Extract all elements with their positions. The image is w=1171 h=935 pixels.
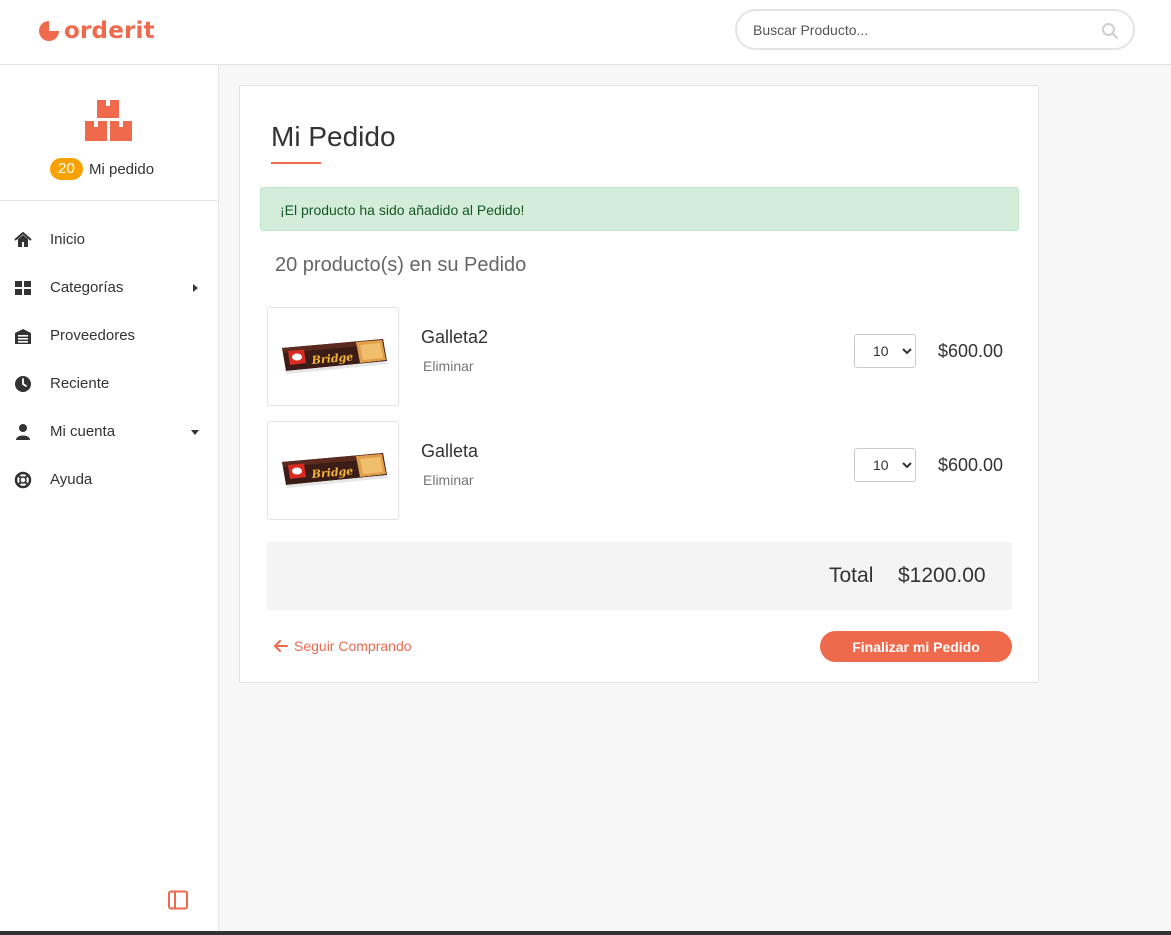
product-image[interactable]: Bridge — [267, 421, 399, 520]
caret-down-icon — [191, 430, 199, 435]
grid-icon — [15, 281, 31, 295]
brand-logo[interactable]: orderit — [38, 17, 155, 45]
lifebuoy-icon — [14, 471, 32, 489]
sidebar-item-inicio[interactable]: Inicio — [0, 216, 218, 264]
sidebar-item-label: Reciente — [50, 375, 110, 392]
product-count-text: 20 producto(s) en su Pedido — [275, 254, 527, 276]
continue-shopping-label: Seguir Comprando — [294, 638, 412, 654]
total-bar: Total $1200.00 — [267, 542, 1012, 610]
page-title: Mi Pedido — [271, 121, 396, 152]
remove-item-link[interactable]: Eliminar — [423, 472, 474, 488]
sidebar-item-label: Inicio — [50, 231, 86, 248]
window-bottom-edge — [0, 931, 1171, 935]
title-underline — [271, 162, 321, 164]
logo-mark-icon — [39, 21, 59, 41]
product-name: Galleta — [421, 441, 479, 461]
search-icon[interactable] — [1101, 22, 1119, 40]
total-value: $1200.00 — [898, 564, 986, 587]
product-price: $600.00 — [938, 341, 1004, 361]
success-alert: ¡El producto ha sido añadido al Pedido! — [260, 187, 1019, 231]
quantity-select[interactable]: 10 — [854, 448, 916, 482]
sidebar-item-label: Mi cuenta — [50, 423, 116, 440]
search-input[interactable] — [753, 20, 1083, 40]
sidebar-nav: Inicio Categorías Proveedores Reciente M… — [0, 216, 218, 504]
boxes-icon — [85, 100, 132, 141]
remove-item-link[interactable]: Eliminar — [423, 358, 474, 374]
order-count-badge: 20 — [50, 158, 83, 180]
sidebar-item-mi-cuenta[interactable]: Mi cuenta — [0, 408, 218, 456]
order-count-row: 20 Mi pedido — [50, 158, 154, 180]
sidebar-item-label: Proveedores — [50, 327, 136, 344]
clock-icon — [15, 376, 31, 392]
order-item: Bridge Galleta Eliminar 10 $600.00 — [267, 421, 1012, 521]
arrow-left-icon — [274, 640, 288, 652]
sidebar-item-label: Categorías — [50, 279, 124, 296]
sidebar-item-categorias[interactable]: Categorías — [0, 264, 218, 312]
top-bar: orderit — [0, 0, 1171, 65]
sidebar-toggle-icon[interactable] — [167, 890, 189, 910]
sidebar-item-label: Ayuda — [50, 471, 93, 488]
finish-order-button[interactable]: Finalizar mi Pedido — [820, 631, 1012, 662]
quantity-select[interactable]: 10 — [854, 334, 916, 368]
sidebar-item-reciente[interactable]: Reciente — [0, 360, 218, 408]
user-icon — [16, 424, 30, 440]
home-icon — [14, 232, 32, 247]
sidebar-item-proveedores[interactable]: Proveedores — [0, 312, 218, 360]
product-image[interactable]: Bridge — [267, 307, 399, 406]
sidebar: 20 Mi pedido Inicio Categorías Proveedor… — [0, 65, 219, 935]
order-label: Mi pedido — [89, 160, 155, 178]
sidebar-item-ayuda[interactable]: Ayuda — [0, 456, 218, 504]
product-name: Galleta2 — [421, 327, 489, 347]
biscuit-pack-image: Bridge — [282, 453, 388, 488]
search-box — [735, 9, 1135, 50]
warehouse-icon — [15, 329, 31, 344]
total-label: Total — [829, 564, 874, 587]
biscuit-pack-image: Bridge — [282, 339, 388, 374]
order-summary[interactable]: 20 Mi pedido — [0, 65, 218, 201]
brand-name: orderit — [64, 18, 155, 44]
product-price: $600.00 — [938, 455, 1004, 475]
order-item: Bridge Galleta2 Eliminar 10 $600.00 — [267, 307, 1012, 407]
order-card: Mi Pedido ¡El producto ha sido añadido a… — [239, 85, 1039, 683]
caret-right-icon — [193, 284, 198, 292]
continue-shopping-link[interactable]: Seguir Comprando — [274, 638, 412, 654]
